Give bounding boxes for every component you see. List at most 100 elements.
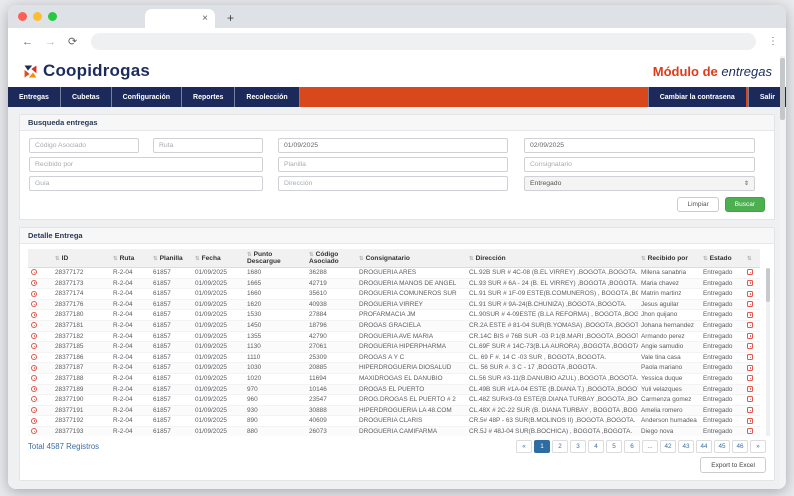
column-header-punto-descargue[interactable]: ⇅Punto Descargue bbox=[244, 249, 306, 268]
column-header-recibido-por[interactable]: ⇅Recibido por bbox=[638, 249, 700, 268]
browser-tab[interactable]: × bbox=[145, 9, 215, 28]
sort-icon[interactable]: ⇅ bbox=[113, 256, 118, 262]
cancel-delivery-icon[interactable] bbox=[747, 418, 753, 424]
nav-tab-entregas[interactable]: Entregas bbox=[8, 87, 61, 107]
column-header-consignatario[interactable]: ⇅Consignatario bbox=[356, 249, 466, 268]
sort-icon[interactable]: ⇅ bbox=[469, 256, 474, 262]
row-detail-icon[interactable] bbox=[31, 386, 37, 392]
cancel-delivery-icon[interactable] bbox=[747, 291, 753, 297]
pagination-page-6[interactable]: 6 bbox=[624, 440, 640, 453]
cancel-delivery-icon[interactable] bbox=[747, 365, 753, 371]
pagination-page-43[interactable]: 43 bbox=[678, 440, 694, 453]
row-detail-icon[interactable] bbox=[31, 322, 37, 328]
nav-tab-reportes[interactable]: Reportes bbox=[182, 87, 235, 107]
cancel-delivery-icon[interactable] bbox=[747, 269, 753, 275]
export-to-excel-button[interactable]: Export to Excel bbox=[700, 457, 766, 473]
fecha-inicio-input[interactable] bbox=[278, 138, 508, 153]
sort-icon[interactable]: ⇅ bbox=[641, 256, 646, 262]
row-detail-icon[interactable] bbox=[31, 291, 37, 297]
nav-tab-cubetas[interactable]: Cubetas bbox=[61, 87, 112, 107]
estado-select[interactable]: Entregado ⇕ bbox=[524, 176, 755, 191]
pagination-next-button[interactable]: » bbox=[750, 440, 766, 453]
pagination-page-2[interactable]: 2 bbox=[552, 440, 568, 453]
direccion-input[interactable] bbox=[278, 176, 508, 191]
pagination-page-5[interactable]: 5 bbox=[606, 440, 622, 453]
change-password-button[interactable]: Cambiar la contrasena bbox=[648, 87, 746, 107]
fecha-fin-input[interactable] bbox=[524, 138, 755, 153]
recibido-por-input[interactable] bbox=[29, 157, 263, 172]
row-detail-icon[interactable] bbox=[31, 396, 37, 402]
table-cell: 28377189 bbox=[52, 384, 110, 395]
close-tab-icon[interactable]: × bbox=[202, 14, 208, 24]
nav-tab-recolección[interactable]: Recolección bbox=[235, 87, 299, 107]
pagination-page-46[interactable]: 46 bbox=[732, 440, 748, 453]
cancel-delivery-icon[interactable] bbox=[747, 322, 753, 328]
back-icon[interactable]: ← bbox=[22, 36, 33, 48]
minimize-window-button[interactable] bbox=[33, 12, 42, 21]
pagination-page-44[interactable]: 44 bbox=[696, 440, 712, 453]
guia-input[interactable] bbox=[29, 176, 263, 191]
row-detail-icon[interactable] bbox=[31, 333, 37, 339]
table-row: 28377181R-2-046185701/09/2025145018796DR… bbox=[28, 320, 760, 331]
cancel-delivery-icon[interactable] bbox=[747, 386, 753, 392]
buscar-button[interactable]: Buscar bbox=[725, 197, 765, 212]
column-header-fecha[interactable]: ⇅Fecha bbox=[192, 249, 244, 268]
close-window-button[interactable] bbox=[18, 12, 27, 21]
row-detail-icon[interactable] bbox=[31, 312, 37, 318]
pagination-page-45[interactable]: 45 bbox=[714, 440, 730, 453]
pagination-page-42[interactable]: 42 bbox=[660, 440, 676, 453]
row-detail-icon[interactable] bbox=[31, 418, 37, 424]
sort-icon[interactable]: ⇅ bbox=[703, 256, 708, 262]
cancel-delivery-icon[interactable] bbox=[747, 407, 753, 413]
codigo-asociado-input[interactable] bbox=[29, 138, 139, 153]
column-header-direcci-n[interactable]: ⇅Dirección bbox=[466, 249, 638, 268]
row-detail-icon[interactable] bbox=[31, 301, 37, 307]
pagination-prev-button[interactable]: « bbox=[516, 440, 532, 453]
sort-icon[interactable]: ⇅ bbox=[747, 256, 752, 262]
pagination-page-3[interactable]: 3 bbox=[570, 440, 586, 453]
cancel-delivery-icon[interactable] bbox=[747, 354, 753, 360]
table-scrollbar-thumb[interactable] bbox=[766, 268, 770, 302]
column-header-estado[interactable]: ⇅Estado bbox=[700, 249, 744, 268]
cancel-delivery-icon[interactable] bbox=[747, 333, 753, 339]
new-tab-button[interactable]: + bbox=[227, 11, 234, 28]
cancel-delivery-icon[interactable] bbox=[747, 428, 753, 434]
sort-icon[interactable]: ⇅ bbox=[195, 256, 200, 262]
row-detail-icon[interactable] bbox=[31, 280, 37, 286]
status-icon-column-header[interactable]: ⇅ bbox=[744, 249, 760, 268]
row-detail-icon[interactable] bbox=[31, 375, 37, 381]
column-header-c-digo-asociado[interactable]: ⇅Código Asociado bbox=[306, 249, 356, 268]
pagination-page-1[interactable]: 1 bbox=[534, 440, 550, 453]
url-input[interactable] bbox=[91, 33, 756, 50]
cancel-delivery-icon[interactable] bbox=[747, 301, 753, 307]
column-header-planilla[interactable]: ⇅Planilla bbox=[150, 249, 192, 268]
sort-icon[interactable]: ⇅ bbox=[359, 256, 364, 262]
page-scrollbar-thumb[interactable] bbox=[780, 58, 785, 120]
consignatario-input[interactable] bbox=[524, 157, 755, 172]
table-cell: 01/09/2025 bbox=[192, 384, 244, 395]
cancel-delivery-icon[interactable] bbox=[747, 396, 753, 402]
column-header-id[interactable]: ⇅ID bbox=[52, 249, 110, 268]
cancel-delivery-icon[interactable] bbox=[747, 280, 753, 286]
row-detail-icon[interactable] bbox=[31, 407, 37, 413]
maximize-window-button[interactable] bbox=[48, 12, 57, 21]
sort-icon[interactable]: ⇅ bbox=[55, 256, 60, 262]
planilla-input[interactable] bbox=[278, 157, 508, 172]
cancel-delivery-icon[interactable] bbox=[747, 312, 753, 318]
row-detail-icon[interactable] bbox=[31, 343, 37, 349]
reload-icon[interactable]: ⟳ bbox=[68, 35, 77, 48]
row-detail-icon[interactable] bbox=[31, 428, 37, 434]
row-detail-icon[interactable] bbox=[31, 269, 37, 275]
row-detail-icon[interactable] bbox=[31, 365, 37, 371]
sort-icon[interactable]: ⇅ bbox=[153, 256, 158, 262]
limpiar-button[interactable]: Limpiar bbox=[677, 197, 718, 212]
browser-menu-icon[interactable]: ⋮ bbox=[768, 36, 778, 47]
column-header-ruta[interactable]: ⇅Ruta bbox=[110, 249, 150, 268]
forward-icon[interactable]: → bbox=[45, 36, 56, 48]
row-detail-icon[interactable] bbox=[31, 354, 37, 360]
nav-tab-configuración[interactable]: Configuración bbox=[112, 87, 182, 107]
ruta-input[interactable] bbox=[153, 138, 263, 153]
pagination-page-4[interactable]: 4 bbox=[588, 440, 604, 453]
cancel-delivery-icon[interactable] bbox=[747, 343, 753, 349]
cancel-delivery-icon[interactable] bbox=[747, 375, 753, 381]
